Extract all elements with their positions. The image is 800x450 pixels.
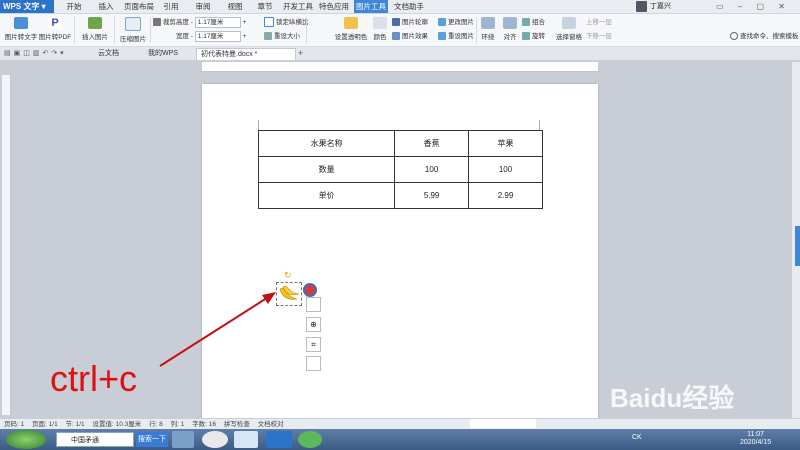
explorer-icon[interactable] [234, 431, 258, 448]
watermark: Baidu经验 [610, 383, 735, 413]
search-button[interactable]: 搜索一下 [136, 432, 168, 447]
ime-indicator[interactable]: CK [632, 434, 642, 441]
status-section: 节: 1/1 [65, 421, 85, 428]
status-pages: 页面: 1/1 [32, 421, 58, 428]
start-button[interactable] [6, 430, 46, 449]
proofread-toggle[interactable]: 文档校对 [258, 421, 284, 428]
chrome-icon[interactable] [202, 431, 228, 448]
clock-date: 2020/4/15 [740, 439, 772, 446]
clock-time: 11:07 [747, 431, 765, 438]
status-page: 页码: 1 [4, 421, 25, 428]
taskbar-app-icon[interactable] [172, 431, 194, 448]
search-input[interactable]: 中国矛通 [56, 432, 134, 447]
status-row: 行: 8 [149, 421, 163, 428]
wps-writer-icon[interactable] [266, 431, 292, 448]
status-col: 列: 1 [170, 421, 185, 428]
status-setting: 设置值: 10.3厘米 [92, 421, 142, 428]
annotation-text: ctrl+c [50, 358, 138, 399]
clock[interactable]: 11:07 2020/4/15 [740, 431, 771, 447]
spell-check-toggle[interactable]: 拼写检查 [224, 421, 250, 428]
browser-icon[interactable] [298, 431, 322, 448]
ime-toolbar[interactable] [470, 419, 536, 428]
status-words: 字数: 16 [192, 421, 216, 428]
